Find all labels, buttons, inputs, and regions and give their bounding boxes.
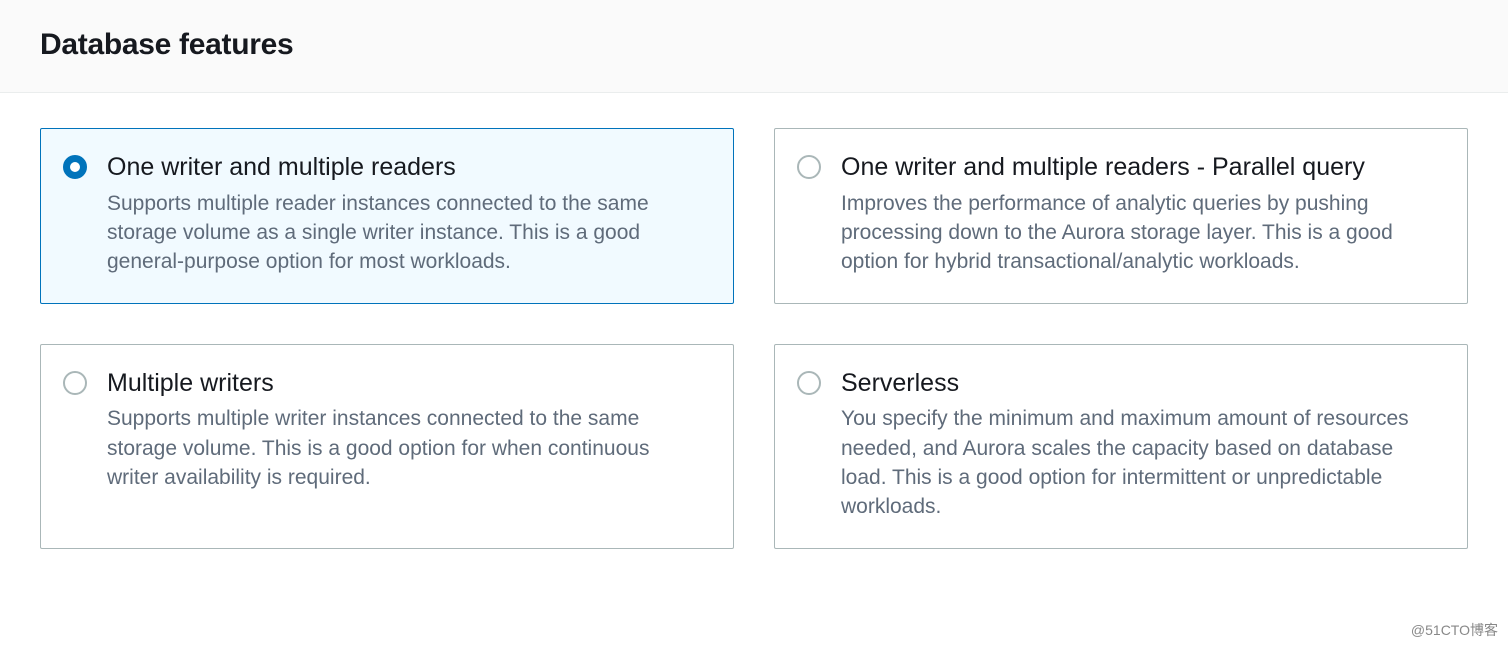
- section-header: Database features: [0, 0, 1508, 93]
- option-multiple-writers[interactable]: Multiple writers Supports multiple write…: [40, 344, 734, 549]
- option-content: Multiple writers Supports multiple write…: [107, 367, 705, 493]
- radio-icon: [797, 371, 821, 395]
- option-parallel-query[interactable]: One writer and multiple readers - Parall…: [774, 128, 1468, 304]
- option-description: Supports multiple reader instances conne…: [107, 189, 705, 277]
- option-title: One writer and multiple readers - Parall…: [841, 151, 1439, 184]
- option-content: One writer and multiple readers - Parall…: [841, 151, 1439, 277]
- database-features-options: One writer and multiple readers Supports…: [0, 93, 1508, 584]
- watermark: @51CTO博客: [1411, 620, 1498, 640]
- radio-icon: [797, 155, 821, 179]
- radio-icon: [63, 371, 87, 395]
- option-description: You specify the minimum and maximum amou…: [841, 404, 1439, 522]
- section-title: Database features: [40, 28, 1468, 62]
- option-title: Serverless: [841, 367, 1439, 400]
- option-one-writer-multiple-readers[interactable]: One writer and multiple readers Supports…: [40, 128, 734, 304]
- option-title: One writer and multiple readers: [107, 151, 705, 184]
- option-content: One writer and multiple readers Supports…: [107, 151, 705, 277]
- option-title: Multiple writers: [107, 367, 705, 400]
- option-description: Supports multiple writer instances conne…: [107, 404, 705, 492]
- option-serverless[interactable]: Serverless You specify the minimum and m…: [774, 344, 1468, 549]
- radio-icon: [63, 155, 87, 179]
- option-description: Improves the performance of analytic que…: [841, 189, 1439, 277]
- option-content: Serverless You specify the minimum and m…: [841, 367, 1439, 522]
